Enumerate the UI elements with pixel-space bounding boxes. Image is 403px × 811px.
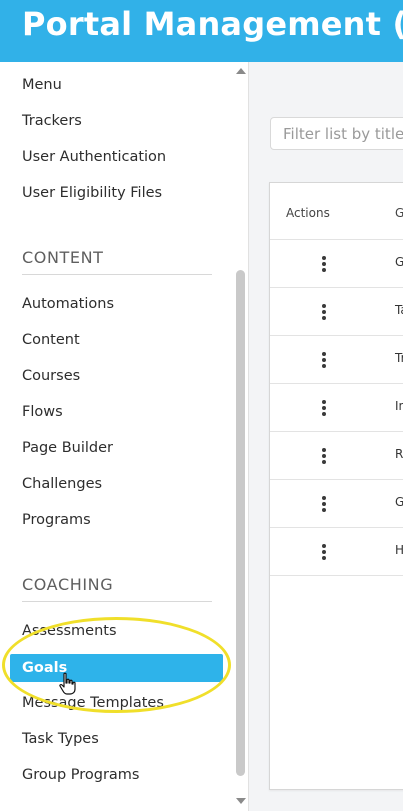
goals-table: Actions G G Ta Tr In R G H: [269, 182, 403, 790]
sidebar-item-user-authentication[interactable]: User Authentication: [22, 149, 166, 165]
sidebar-item-menu[interactable]: Menu: [22, 77, 62, 93]
sidebar-item-user-eligibility-files[interactable]: User Eligibility Files: [22, 185, 162, 201]
scroll-down-arrow-icon[interactable]: [236, 798, 246, 804]
table-cell-title: G: [395, 495, 403, 509]
more-vertical-icon[interactable]: [321, 544, 327, 562]
more-vertical-icon[interactable]: [321, 496, 327, 514]
column-header-title[interactable]: G: [395, 206, 403, 220]
table-row[interactable]: In: [270, 384, 403, 432]
table-cell-title: Ta: [395, 303, 403, 317]
table-cell-title: R: [395, 447, 403, 461]
more-vertical-icon[interactable]: [321, 400, 327, 418]
sidebar-item-challenges[interactable]: Challenges: [22, 476, 102, 492]
sidebar-item-trackers[interactable]: Trackers: [22, 113, 82, 129]
scroll-up-arrow-icon[interactable]: [236, 68, 246, 74]
hand-pointer-cursor-icon: [59, 672, 76, 695]
table-cell-title: G: [395, 255, 403, 269]
sidebar-item-content[interactable]: Content: [22, 332, 80, 348]
table-row[interactable]: Ta: [270, 288, 403, 336]
sidebar: Menu Trackers User Authentication User E…: [0, 62, 248, 811]
sidebar-item-automations[interactable]: Automations: [22, 296, 114, 312]
scrollbar-thumb[interactable]: [236, 270, 245, 776]
more-vertical-icon[interactable]: [321, 256, 327, 274]
table-cell-title: In: [395, 399, 403, 413]
table-row[interactable]: R: [270, 432, 403, 480]
sidebar-item-assessments[interactable]: Assessments: [22, 623, 117, 639]
more-vertical-icon[interactable]: [321, 448, 327, 466]
header-bar: Portal Management (W: [0, 0, 403, 62]
sidebar-item-message-templates[interactable]: Message Templates: [22, 695, 164, 711]
filter-input[interactable]: [270, 117, 403, 150]
table-cell-title: H: [395, 543, 403, 557]
sidebar-item-task-types[interactable]: Task Types: [22, 731, 99, 747]
sidebar-item-page-builder[interactable]: Page Builder: [22, 440, 113, 456]
sidebar-item-goals[interactable]: Goals: [10, 654, 223, 682]
sidebar-item-flows[interactable]: Flows: [22, 404, 63, 420]
table-cell-title: Tr: [395, 351, 403, 365]
sidebar-item-group-programs[interactable]: Group Programs: [22, 767, 140, 783]
section-heading-content: CONTENT: [22, 248, 212, 275]
sidebar-divider: [248, 62, 249, 811]
sidebar-item-courses[interactable]: Courses: [22, 368, 80, 384]
sidebar-item-programs[interactable]: Programs: [22, 512, 91, 528]
table-row[interactable]: H: [270, 528, 403, 576]
table-row[interactable]: G: [270, 480, 403, 528]
table-row[interactable]: G: [270, 240, 403, 288]
section-heading-coaching: COACHING: [22, 575, 212, 602]
table-row[interactable]: Tr: [270, 336, 403, 384]
more-vertical-icon[interactable]: [321, 304, 327, 322]
page-title: Portal Management (W: [22, 5, 403, 43]
more-vertical-icon[interactable]: [321, 352, 327, 370]
column-header-actions[interactable]: Actions: [286, 206, 330, 220]
